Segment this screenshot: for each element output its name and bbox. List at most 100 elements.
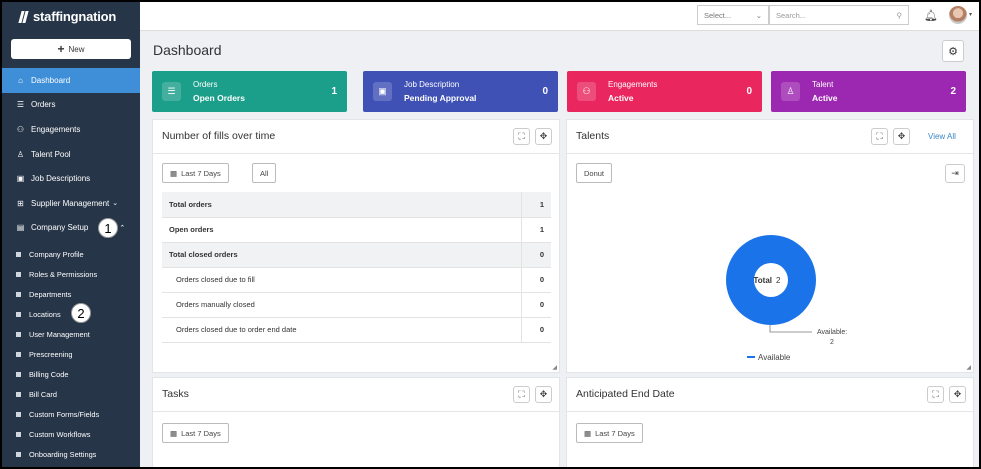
- table-row: Total orders 1: [162, 192, 551, 218]
- card-subtitle: Open Orders: [193, 93, 245, 103]
- sidebar-item-supplier-management[interactable]: ⊞ Supplier Management ⌄: [2, 191, 140, 216]
- move-icon: ✥: [953, 389, 962, 399]
- row-label: Total orders: [162, 192, 521, 218]
- bell-icon[interactable]: 🔔︎: [924, 9, 938, 22]
- expand-button[interactable]: ⛶: [513, 128, 530, 145]
- search-input[interactable]: Search... ⚲: [769, 5, 909, 25]
- card-count: 2: [950, 86, 956, 97]
- row-value: 0: [520, 242, 551, 268]
- brand-name: staffingnation: [33, 9, 117, 24]
- move-button[interactable]: ✥: [535, 128, 552, 145]
- submenu-item-label: Billing Code: [29, 369, 69, 379]
- bullet-icon: [16, 251, 21, 257]
- avatar[interactable]: [949, 6, 967, 24]
- calendar-icon: ▦: [170, 428, 178, 438]
- org-chart-icon: ⊞: [17, 198, 24, 208]
- brand-logo[interactable]: staffingnation: [2, 2, 140, 31]
- select-placeholder: Select...: [704, 10, 732, 20]
- row-label: Open orders: [162, 217, 521, 243]
- move-button[interactable]: ✥: [535, 386, 552, 403]
- table-row: Orders closed due to order end date 0: [162, 317, 551, 343]
- expand-button[interactable]: ⛶: [927, 386, 944, 403]
- sidebar-item-label: Company Setup: [31, 223, 89, 233]
- expand-icon: ⛶: [876, 131, 883, 141]
- fills-table: Total orders 1 Open orders 1 Total closed …: [162, 192, 551, 343]
- submenu-item-custom-forms[interactable]: Custom Forms/Fields: [2, 404, 140, 424]
- move-icon: ✥: [897, 131, 906, 141]
- divider: [153, 411, 559, 412]
- submenu-item-onboarding-settings[interactable]: Onboarding Settings: [2, 444, 140, 464]
- sidebar-item-label: Job Descriptions: [31, 174, 91, 184]
- global-select[interactable]: Select... ⌄: [697, 5, 769, 25]
- submenu-item-company-profile[interactable]: Company Profile: [2, 244, 140, 264]
- submenu-item-label: Custom Forms/Fields: [29, 409, 100, 419]
- bullet-icon: [16, 371, 21, 377]
- card-engagements[interactable]: ⚇ Engagements Active 0: [567, 71, 762, 112]
- top-bar: Select... ⌄ Search... ⚲ 🔔︎ ▾: [140, 2, 979, 31]
- calendar-icon: ▣: [16, 174, 25, 184]
- panel-title: Tasks: [162, 388, 189, 400]
- sidebar-nav: ⌂ Dashboard ☰ Orders ⚇ Engagements ♙ Tal…: [2, 68, 140, 240]
- row-label: Orders closed due to order end date: [162, 317, 521, 343]
- date-range-label: Last 7 Days: [181, 428, 221, 438]
- submenu-item-departments[interactable]: Departments: [2, 284, 140, 304]
- person-icon: ♙: [16, 149, 25, 159]
- expand-icon: ⛶: [518, 131, 525, 141]
- chevron-down-icon[interactable]: ▾: [969, 11, 972, 18]
- date-range-button[interactable]: ▦ Last 7 Days: [162, 423, 229, 443]
- company-setup-submenu: Company Profile Roles & Permissions Depa…: [2, 244, 140, 464]
- person-icon: ♙: [781, 82, 800, 101]
- card-title: Job Description: [404, 80, 460, 89]
- donut-center-value: 2: [776, 276, 781, 285]
- submenu-item-roles-permissions[interactable]: Roles & Permissions: [2, 264, 140, 284]
- bullet-icon: [16, 291, 21, 297]
- submenu-item-custom-workflows[interactable]: Custom Workflows: [2, 424, 140, 444]
- view-all-link[interactable]: View All: [928, 132, 956, 141]
- card-talent[interactable]: ♙ Talent Active 2: [771, 71, 966, 112]
- row-value: 0: [520, 292, 551, 318]
- card-job-description[interactable]: ▣ Job Description Pending Approval 0: [363, 71, 558, 112]
- submenu-item-billing-code[interactable]: Billing Code: [2, 364, 140, 384]
- row-label: Total closed orders: [162, 242, 521, 268]
- filter-all-button[interactable]: All: [252, 163, 277, 183]
- submenu-item-label: Bill Card: [29, 389, 57, 399]
- submenu-item-label: Roles & Permissions: [29, 269, 98, 279]
- dashboard-settings-button[interactable]: ⚙: [942, 40, 964, 62]
- legend-label[interactable]: Available: [758, 353, 791, 362]
- filter-all-label: All: [260, 168, 269, 178]
- anticipated-end-date-panel: Anticipated End Date ⛶ ✥ ▦ Last 7 Days: [566, 377, 974, 467]
- new-button[interactable]: + New: [11, 39, 131, 59]
- expand-button[interactable]: ⛶: [513, 386, 530, 403]
- bullet-icon: [16, 391, 21, 397]
- move-button[interactable]: ✥: [949, 386, 966, 403]
- card-count: 0: [746, 86, 752, 97]
- resize-handle-icon[interactable]: ◢: [966, 364, 971, 371]
- expand-button[interactable]: ⛶: [871, 128, 888, 145]
- search-icon: ⚲: [896, 10, 903, 20]
- sidebar-item-label: Engagements: [31, 124, 81, 134]
- sidebar-item-label: Supplier Management: [31, 198, 110, 208]
- submenu-item-bill-card[interactable]: Bill Card: [2, 384, 140, 404]
- resize-handle-icon[interactable]: ◢: [552, 364, 557, 371]
- donut-center-label: Total: [753, 276, 772, 285]
- sidebar-item-orders[interactable]: ☰ Orders: [2, 93, 140, 118]
- gear-icon: ⚙: [948, 45, 958, 58]
- submenu-item-prescreening[interactable]: Prescreening: [2, 344, 140, 364]
- sidebar-item-company-setup[interactable]: ▤ Company Setup ⌃: [2, 216, 140, 241]
- move-button[interactable]: ✥: [893, 128, 910, 145]
- sidebar-item-engagements[interactable]: ⚇ Engagements: [2, 117, 140, 142]
- submenu-item-label: Onboarding Settings: [29, 449, 97, 459]
- submenu-item-label: Company Profile: [29, 249, 84, 259]
- expand-icon: ⛶: [518, 389, 525, 399]
- date-range-button[interactable]: ▦ Last 7 Days: [162, 163, 229, 183]
- sidebar-item-dashboard[interactable]: ⌂ Dashboard: [2, 68, 140, 93]
- sidebar-item-talent-pool[interactable]: ♙ Talent Pool: [2, 142, 140, 167]
- date-range-button[interactable]: ▦ Last 7 Days: [576, 423, 643, 443]
- main-content: Dashboard ⚙ ☰ Orders Open Orders 1 ▣ Job…: [140, 31, 979, 467]
- sidebar-item-job-descriptions[interactable]: ▣ Job Descriptions: [2, 166, 140, 191]
- submenu-item-user-management[interactable]: User Management: [2, 324, 140, 344]
- chevron-down-icon: ⌄: [755, 10, 762, 20]
- annotation-callout: 1: [98, 218, 118, 238]
- card-orders[interactable]: ☰ Orders Open Orders 1: [152, 71, 347, 112]
- bullet-icon: [16, 331, 21, 337]
